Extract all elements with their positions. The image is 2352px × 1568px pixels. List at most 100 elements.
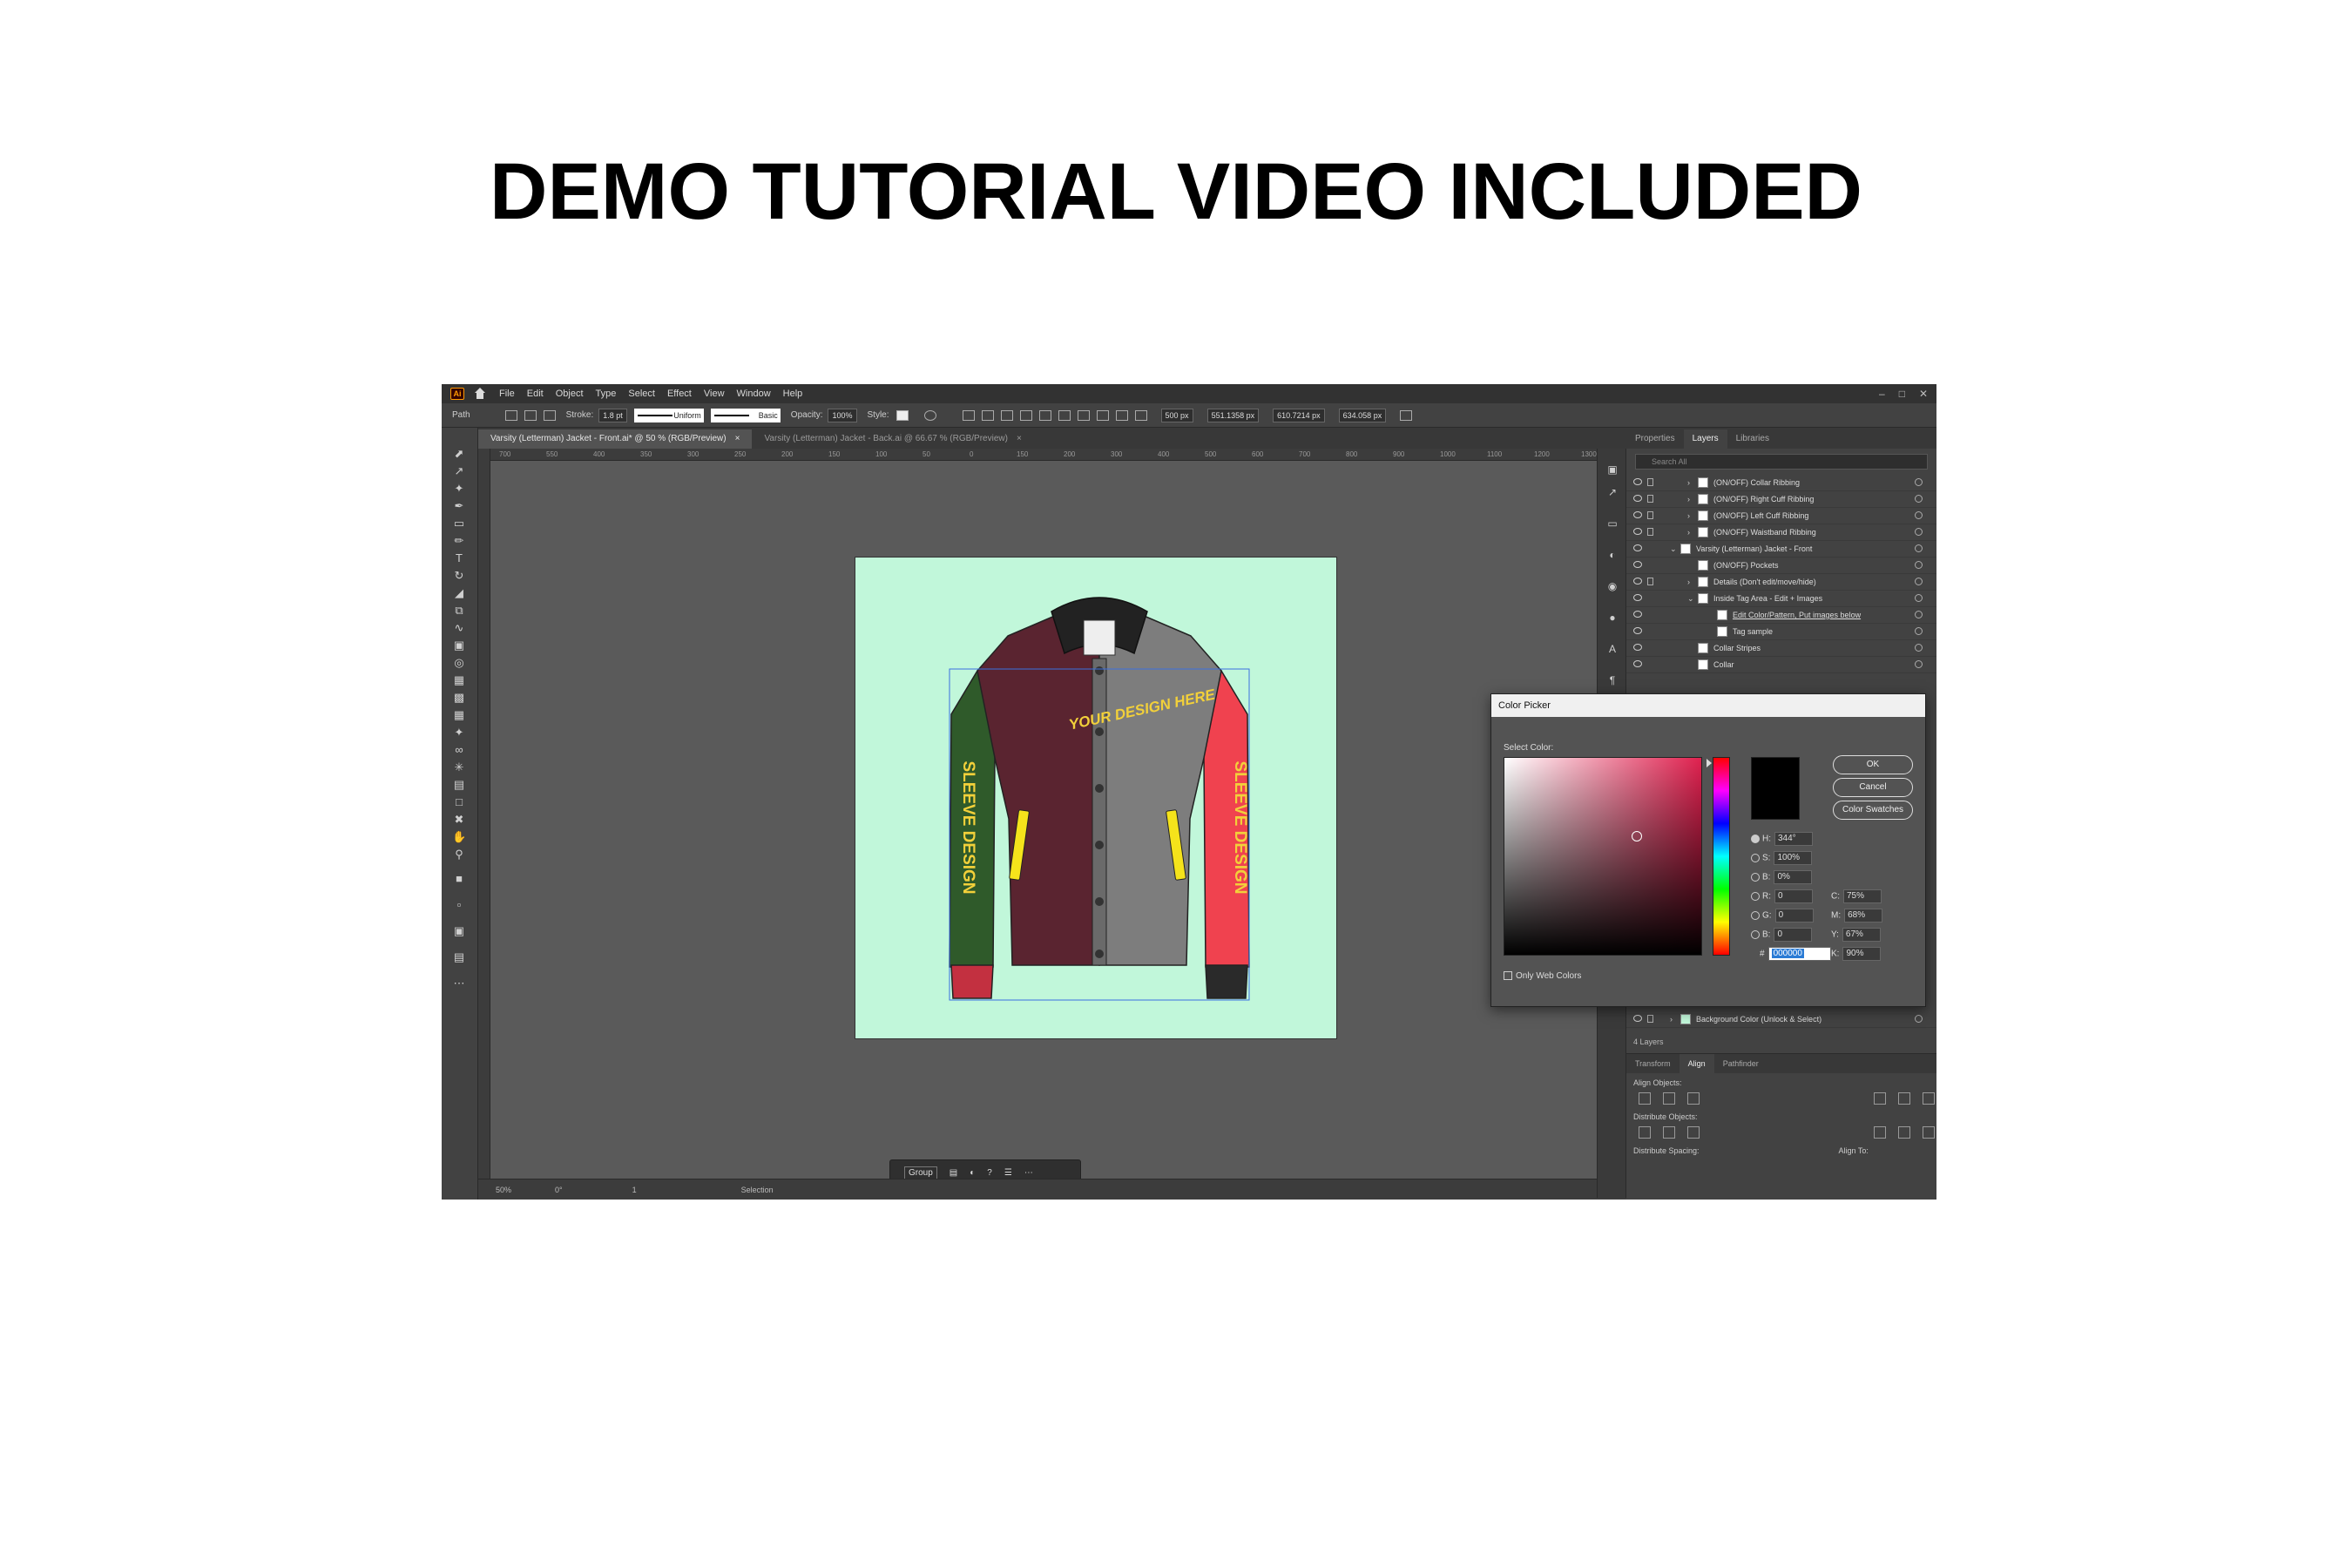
- visibility-icon[interactable]: [1633, 1015, 1642, 1022]
- cancel-button[interactable]: Cancel: [1833, 778, 1913, 797]
- minimize-icon[interactable]: –: [1879, 388, 1885, 400]
- lock-icon[interactable]: [1647, 495, 1653, 503]
- layer-row[interactable]: › Details (Don't edit/move/hide): [1626, 574, 1936, 591]
- lock-icon[interactable]: [1647, 511, 1653, 519]
- b-radio[interactable]: [1751, 873, 1760, 882]
- menu-file[interactable]: File: [499, 389, 515, 399]
- menu-object[interactable]: Object: [556, 389, 584, 399]
- menu-window[interactable]: Window: [737, 389, 771, 399]
- menu-select[interactable]: Select: [628, 389, 655, 399]
- menu-help[interactable]: Help: [783, 389, 803, 399]
- slice-tool-icon[interactable]: ✖: [452, 813, 466, 827]
- g-field[interactable]: 0: [1774, 909, 1814, 923]
- r-radio[interactable]: [1751, 892, 1760, 901]
- maximize-icon[interactable]: □: [1899, 388, 1905, 400]
- color-field[interactable]: [1504, 757, 1702, 956]
- visibility-icon[interactable]: [1633, 660, 1642, 667]
- layer-row[interactable]: › (ON/OFF) Waistband Ribbing: [1626, 524, 1936, 541]
- transform-icon[interactable]: [1400, 409, 1413, 421]
- artboard-tool-icon[interactable]: □: [452, 795, 466, 809]
- align-right-icon[interactable]: [1687, 1092, 1700, 1105]
- layers-search[interactable]: Search All: [1635, 454, 1928, 470]
- target-icon[interactable]: [1915, 478, 1923, 486]
- blue-radio[interactable]: [1751, 930, 1760, 939]
- visibility-icon[interactable]: [1633, 627, 1642, 634]
- perspective-grid-icon[interactable]: ▦: [452, 673, 466, 687]
- free-transform-icon[interactable]: ▣: [452, 639, 466, 652]
- blend-tool-icon[interactable]: ∞: [452, 743, 466, 757]
- appearance-icon[interactable]: ◉: [1605, 579, 1619, 593]
- align-icon[interactable]: [962, 409, 975, 421]
- layer-row[interactable]: Collar: [1626, 657, 1936, 673]
- align-hcenter-icon[interactable]: [1663, 1092, 1675, 1105]
- zoom-level[interactable]: 50%: [496, 1186, 511, 1194]
- stroke-swatch-icon[interactable]: [543, 409, 556, 421]
- magic-wand-icon[interactable]: ✦: [452, 482, 466, 496]
- layer-row[interactable]: › (ON/OFF) Collar Ribbing: [1626, 475, 1936, 491]
- close-tab-icon[interactable]: ×: [735, 434, 740, 443]
- menu-effect[interactable]: Effect: [667, 389, 692, 399]
- opacity-field[interactable]: 100%: [828, 408, 857, 422]
- expand-icon[interactable]: ›: [1687, 528, 1690, 537]
- lock-icon[interactable]: [1647, 528, 1653, 536]
- distribute-right-icon[interactable]: [1923, 1126, 1935, 1139]
- collapse-icon[interactable]: ⌄: [1670, 544, 1677, 554]
- distribute-icon[interactable]: [1096, 409, 1109, 421]
- hue-slider[interactable]: [1713, 757, 1730, 956]
- draw-mode-icon[interactable]: ▣: [452, 924, 466, 938]
- g-radio[interactable]: [1751, 911, 1760, 920]
- stroke-weight-field[interactable]: 1.8 pt: [598, 408, 627, 422]
- fill-stroke-swatch[interactable]: ■: [452, 872, 466, 886]
- s-radio[interactable]: [1751, 854, 1760, 862]
- home-icon[interactable]: [473, 388, 487, 400]
- ok-button[interactable]: OK: [1833, 755, 1913, 774]
- tab-transform[interactable]: Transform: [1626, 1054, 1680, 1073]
- target-icon[interactable]: [1915, 611, 1923, 618]
- align-bottom-icon[interactable]: [1923, 1092, 1935, 1105]
- tab-properties[interactable]: Properties: [1626, 429, 1684, 449]
- type-tool-icon[interactable]: T: [452, 551, 466, 565]
- target-icon[interactable]: [1915, 578, 1923, 585]
- artboards-icon[interactable]: ▣: [1605, 463, 1619, 476]
- arrange-icon[interactable]: ▤: [950, 1168, 957, 1178]
- b-field[interactable]: 0%: [1774, 870, 1813, 884]
- expand-icon[interactable]: ›: [1687, 511, 1690, 520]
- tab-libraries[interactable]: Libraries: [1727, 429, 1778, 449]
- distribute-top-icon[interactable]: [1639, 1126, 1651, 1139]
- transparency-icon[interactable]: ◐: [1605, 548, 1619, 562]
- menu-edit[interactable]: Edit: [527, 389, 544, 399]
- expand-icon[interactable]: ›: [1670, 1015, 1673, 1024]
- color-field-marker[interactable]: [1632, 831, 1642, 841]
- hex-field[interactable]: 000000: [1767, 947, 1831, 961]
- visibility-icon[interactable]: [1633, 495, 1642, 502]
- canvas[interactable]: YOUR DESIGN HERE SLEEVE DESIGN SLEEVE DE…: [490, 461, 1644, 1179]
- symbol-sprayer-icon[interactable]: ✳: [452, 760, 466, 774]
- zoom-tool-icon[interactable]: ⚲: [452, 848, 466, 862]
- visibility-icon[interactable]: [1633, 611, 1642, 618]
- character-icon[interactable]: A: [1605, 642, 1619, 656]
- lock-icon[interactable]: [1647, 478, 1653, 486]
- width-tool-icon[interactable]: ∿: [452, 621, 466, 635]
- align-icon[interactable]: [981, 409, 994, 421]
- eyedropper-icon[interactable]: ✦: [452, 726, 466, 740]
- target-icon[interactable]: [1915, 594, 1923, 602]
- s-field[interactable]: 100%: [1774, 851, 1813, 865]
- help-icon[interactable]: ?: [987, 1168, 992, 1178]
- align-icon[interactable]: [1038, 409, 1051, 421]
- visibility-icon[interactable]: [1633, 478, 1642, 485]
- tab-front-document[interactable]: Varsity (Letterman) Jacket - Front.ai* @…: [478, 429, 753, 449]
- jacket-artwork[interactable]: YOUR DESIGN HERE SLEEVE DESIGN SLEEVE DE…: [855, 558, 1338, 1040]
- recolor-icon[interactable]: [923, 409, 936, 421]
- tab-align[interactable]: Align: [1679, 1054, 1714, 1073]
- layer-row[interactable]: Tag sample: [1626, 624, 1936, 640]
- fill-icon[interactable]: [504, 409, 517, 421]
- selection-tool-icon[interactable]: ⬈: [452, 447, 466, 461]
- h-radio[interactable]: [1751, 835, 1760, 843]
- paintbrush-icon[interactable]: ✏: [452, 534, 466, 548]
- gradient-tool-icon[interactable]: ▦: [452, 708, 466, 722]
- visibility-icon[interactable]: [1633, 544, 1642, 551]
- close-tab-icon[interactable]: ×: [1017, 434, 1022, 443]
- mesh-tool-icon[interactable]: ▩: [452, 691, 466, 705]
- pen-tool-icon[interactable]: ✒: [452, 499, 466, 513]
- layer-row[interactable]: ⌄ Inside Tag Area - Edit + Images: [1626, 591, 1936, 607]
